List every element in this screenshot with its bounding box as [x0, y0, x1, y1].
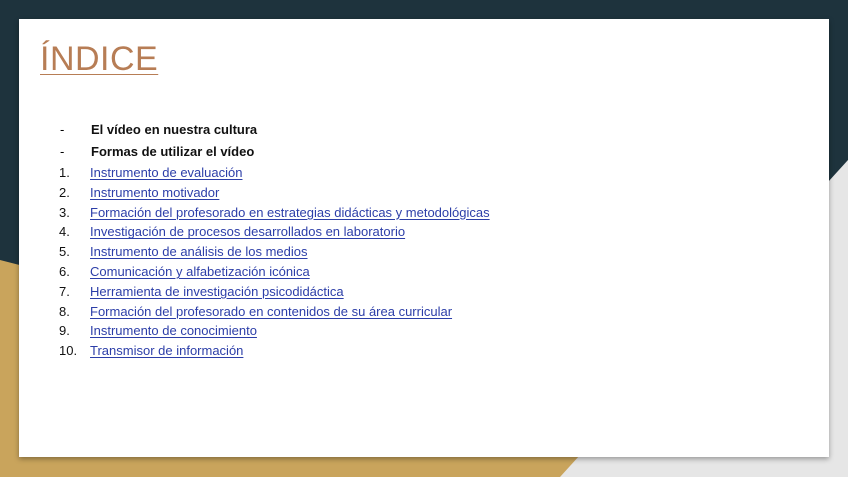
link-instrumento-conocimiento[interactable]: Instrumento de conocimiento: [90, 321, 257, 341]
index-list: - El vídeo en nuestra cultura - Formas d…: [59, 119, 699, 361]
list-number: 7.: [59, 283, 70, 299]
list-item: 3. Formación del profesorado en estrateg…: [59, 203, 699, 223]
link-instrumento-evaluacion[interactable]: Instrumento de evaluación: [90, 163, 242, 183]
link-transmisor-informacion[interactable]: Transmisor de información: [90, 341, 243, 361]
list-item: 10. Transmisor de información: [59, 341, 699, 361]
slide-title: ÍNDICE: [40, 40, 159, 78]
list-item: 9. Instrumento de conocimiento: [59, 321, 699, 341]
link-formacion-estrategias[interactable]: Formación del profesorado en estrategias…: [90, 203, 490, 223]
list-number: 9.: [59, 323, 70, 339]
link-instrumento-motivador[interactable]: Instrumento motivador: [90, 183, 219, 203]
list-number: 5.: [59, 244, 70, 260]
list-number: 4.: [59, 224, 70, 240]
bullet-text: Formas de utilizar el vídeo: [91, 144, 255, 159]
list-number: 1.: [59, 165, 70, 180]
slide: ÍNDICE - El vídeo en nuestra cultura - F…: [19, 19, 829, 457]
list-number: 2.: [59, 184, 70, 200]
bullet-marker: -: [60, 122, 65, 137]
numbered-list: 1. Instrumento de evaluación 2. Instrume…: [59, 163, 699, 361]
list-number: 8.: [59, 303, 70, 319]
bullet-text: El vídeo en nuestra cultura: [91, 122, 258, 137]
list-item: 4. Investigación de procesos desarrollad…: [59, 222, 699, 242]
list-number: 10.: [59, 343, 78, 359]
list-item: 7. Herramienta de investigación psicodid…: [59, 282, 699, 302]
bullet-item: - Formas de utilizar el vídeo: [59, 141, 699, 163]
list-item: 5. Instrumento de análisis de los medios: [59, 242, 699, 262]
link-formacion-contenidos[interactable]: Formación del profesorado en contenidos …: [90, 302, 452, 322]
link-investigacion-laboratorio[interactable]: Investigación de procesos desarrollados …: [90, 222, 405, 242]
bullet-item: - El vídeo en nuestra cultura: [59, 119, 699, 141]
list-item: 6. Comunicación y alfabetización icónica: [59, 262, 699, 282]
list-item: 8. Formación del profesorado en contenid…: [59, 302, 699, 322]
link-analisis-medios[interactable]: Instrumento de análisis de los medios: [90, 242, 308, 262]
list-number: 6.: [59, 263, 70, 279]
bullet-marker: -: [60, 144, 65, 159]
list-item: 2. Instrumento motivador: [59, 183, 699, 203]
link-alfabetizacion-iconica[interactable]: Comunicación y alfabetización icónica: [90, 262, 310, 282]
link-investigacion-psicodidactica[interactable]: Herramienta de investigación psicodidáct…: [90, 282, 344, 302]
list-item: 1. Instrumento de evaluación: [59, 163, 699, 183]
list-number: 3.: [59, 204, 70, 220]
